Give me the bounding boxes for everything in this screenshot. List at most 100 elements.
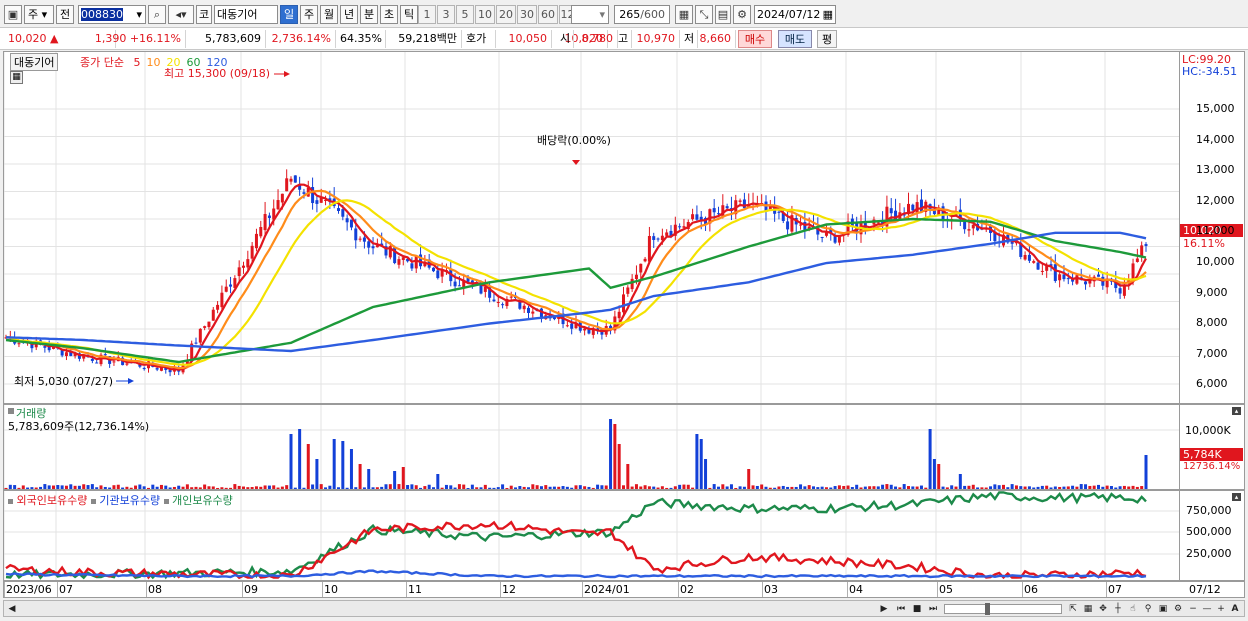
interval-button-1[interactable]: 3 (437, 5, 455, 24)
dividend-annotation: 배당락(0.00%) (537, 134, 611, 147)
prev-button[interactable]: 전 (56, 5, 74, 24)
period-tab-2[interactable]: 월 (320, 5, 338, 24)
candle-body (617, 311, 621, 319)
volume-bar (26, 487, 30, 489)
scroll-right-icon[interactable]: ▶ (877, 602, 891, 616)
volume-bar (1114, 487, 1118, 489)
interval-button-0[interactable]: 1 (418, 5, 436, 24)
volume-percent: 2,736.14% (266, 30, 336, 48)
count-total: /600 (640, 8, 665, 21)
buy-button[interactable]: 매수 (738, 30, 772, 48)
candle-body (293, 175, 297, 183)
volume-bar (868, 486, 872, 489)
date-axis-label: 05 (939, 583, 953, 596)
sell-button[interactable]: 매도 (778, 30, 812, 48)
stop-icon[interactable]: ■ (910, 602, 924, 616)
count-input[interactable]: 265/600 (614, 5, 670, 24)
layout-icon[interactable]: ▣ (4, 5, 22, 24)
candle-body (565, 325, 569, 327)
forward-icon[interactable]: ⏭ (926, 602, 940, 616)
pane-menu-icon[interactable]: ▴ (1232, 493, 1241, 501)
volume-bar (129, 487, 133, 489)
period-tab-6[interactable]: 틱 (400, 5, 418, 24)
average-button[interactable]: 평 (817, 30, 837, 48)
grid-icon[interactable]: ▦ (675, 5, 693, 24)
rewind-icon[interactable]: ⏮ (894, 602, 908, 616)
volume-bar (527, 487, 530, 489)
candle-body (531, 311, 535, 314)
grid-toggle-icon[interactable]: ▦ (1081, 602, 1095, 616)
pan-icon[interactable]: ✥ (1096, 602, 1110, 616)
interval-button-6[interactable]: 60 (538, 5, 558, 24)
stock-name-field[interactable]: 대동기어 (214, 5, 278, 24)
market-select[interactable]: 주 ▾ (24, 5, 54, 24)
volume-bar (764, 486, 768, 489)
price-scale[interactable]: LC:99.20 HC:-34.51 10,020 16.11% 15,000 1… (1180, 51, 1245, 421)
magnify-icon[interactable]: ⚲ (1141, 602, 1155, 616)
period-tab-5[interactable]: 초 (380, 5, 398, 24)
volume-bar (755, 485, 759, 489)
draw-tool-icon[interactable]: ⤡ (695, 5, 713, 24)
scroll-left-icon[interactable]: ◀ (5, 602, 19, 616)
ma-line-60 (5, 217, 1147, 364)
zoom-in-icon[interactable]: + (1214, 602, 1228, 616)
volume-bar (220, 487, 224, 489)
interval-button-5[interactable]: 30 (517, 5, 537, 24)
volume-bar (462, 484, 466, 489)
volume-bar (311, 484, 315, 489)
period-tab-0[interactable]: 일 (280, 5, 298, 24)
interval-custom-input[interactable]: ▾ (571, 5, 609, 24)
settings-icon[interactable]: ⚙ (1171, 602, 1185, 616)
holdings-scale[interactable]: ▴ 750,000 500,000 250,000 (1180, 490, 1245, 581)
zoom-slider[interactable] (944, 603, 1062, 615)
search-icon[interactable]: ⌕ (148, 5, 166, 24)
volume-bar (846, 485, 850, 489)
calculator-icon[interactable]: ▦ (10, 71, 23, 84)
candle-body (656, 238, 660, 240)
volume-pane[interactable]: 거래량 5,783,609주(12,736.14%) (3, 404, 1180, 490)
volume-scale[interactable]: ▴ 10,000K 5,784K 12736.14% (1180, 404, 1245, 490)
crosshair-icon[interactable]: ┼ (1111, 602, 1125, 616)
volume-bar (958, 474, 962, 489)
volume-bar (604, 485, 608, 489)
save-icon[interactable]: ▤ (715, 5, 731, 24)
chevron-down-icon: ▾ (599, 8, 605, 21)
zoom-line-icon[interactable]: — (1200, 602, 1214, 616)
hand-icon[interactable]: ☝ (1126, 602, 1140, 616)
price-tick: 10,000 (1196, 255, 1235, 268)
volume-bar (501, 484, 505, 489)
volume-bar (997, 485, 1001, 489)
volume-bar (954, 486, 958, 489)
candle-body (1084, 281, 1088, 285)
price-chart-pane[interactable]: 대동기어 종가 단순 5 10 20 60 120 ▦ 최고 15,300 (09/18… (3, 51, 1180, 404)
pane-menu-icon[interactable]: ▴ (1232, 407, 1241, 415)
volume-bar (665, 487, 669, 489)
interval-button-3[interactable]: 10 (475, 5, 495, 24)
speaker-icon[interactable]: ◂▾ (168, 5, 194, 24)
chart-scrollbar[interactable]: ◀ ▶ ⏮ ■ ⏭ ⇱ ▦ ✥ ┼ ☝ ⚲ ▣ ⚙ − — + A (3, 600, 1245, 617)
zoom-slider-handle[interactable] (985, 603, 990, 615)
interval-button-4[interactable]: 20 (496, 5, 516, 24)
volume-bar (56, 485, 60, 489)
zoom-out-icon[interactable]: − (1186, 602, 1200, 616)
volume-bar (824, 487, 828, 489)
period-tab-4[interactable]: 분 (360, 5, 378, 24)
font-size-icon[interactable]: A (1228, 602, 1242, 616)
zoom-fit-icon[interactable]: ⇱ (1066, 602, 1080, 616)
volume-bar (742, 486, 746, 489)
screenshot-icon[interactable]: ▣ (1156, 602, 1170, 616)
period-tab-1[interactable]: 주 (300, 5, 318, 24)
candle-body (496, 302, 500, 304)
volume-bar (211, 486, 215, 489)
volume-bar (630, 486, 634, 489)
holdings-pane[interactable]: 외국인보유수량 기관보유수량 개인보유수량 (3, 490, 1180, 581)
candle-body (289, 178, 293, 182)
volume-bar (1084, 484, 1088, 489)
interval-button-2[interactable]: 5 (456, 5, 474, 24)
candle-body (1122, 284, 1126, 296)
period-tab-3[interactable]: 년 (340, 5, 358, 24)
stock-code-input[interactable]: 008830 ▾ (78, 5, 146, 24)
date-input[interactable]: 2024/07/12 ▦ (754, 5, 836, 24)
volume-bar (734, 487, 738, 489)
gear-icon[interactable]: ⚙ (733, 5, 751, 24)
